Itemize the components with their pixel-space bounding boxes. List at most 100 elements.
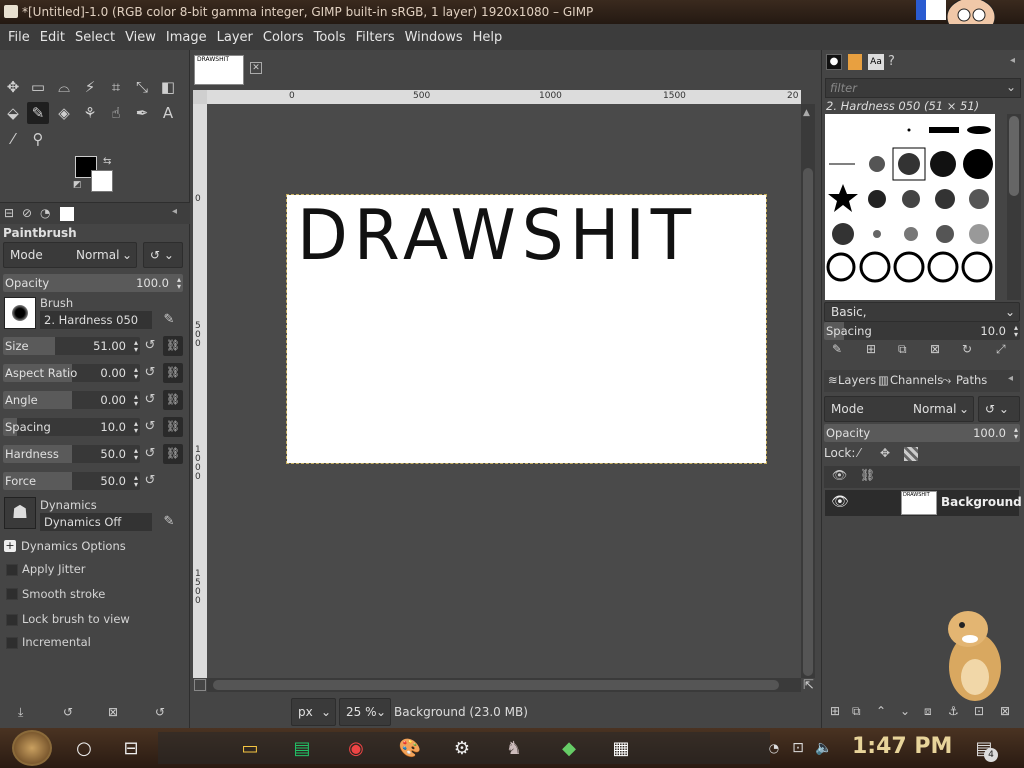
image-app-taskbar-icon[interactable]: ▦ — [607, 734, 635, 762]
horizontal-ruler[interactable]: 0 500 1000 1500 20 — [207, 90, 801, 104]
paint-mode-select[interactable]: Mode Normal ⌄ — [3, 242, 137, 268]
layer-row-background[interactable]: 👁 DRAWSHIT Background — [825, 490, 1022, 516]
smooth-stroke-checkbox[interactable] — [6, 588, 18, 600]
brush-item[interactable] — [869, 156, 885, 172]
link-to-brush-icon[interactable]: ⛓ — [163, 444, 183, 464]
lower-layer-icon[interactable]: ⌄ — [900, 704, 910, 718]
brush-item[interactable] — [929, 127, 959, 133]
slider-spacing[interactable]: Spacing 10.0 ▴ ▾ — [3, 418, 140, 436]
brush-item[interactable] — [898, 153, 920, 175]
slider-force[interactable]: Force 50.0 ▴ ▾ — [3, 472, 140, 490]
link-to-brush-icon[interactable]: ⛓ — [163, 336, 183, 356]
gimp-taskbar-icon[interactable]: ♞ — [500, 734, 528, 762]
start-button[interactable] — [12, 730, 52, 766]
link-to-brush-icon[interactable]: ⛓ — [163, 417, 183, 437]
brush-item[interactable] — [907, 128, 911, 132]
brush-item[interactable] — [969, 224, 989, 244]
help-tab-icon[interactable]: ? — [888, 54, 895, 69]
save-options-icon[interactable]: ⤓ — [18, 705, 23, 720]
link-to-brush-icon[interactable]: ⛓ — [163, 363, 183, 383]
brush-item[interactable] — [969, 189, 989, 209]
new-layer-group-icon[interactable]: ⧉ — [852, 704, 861, 719]
horizontal-scroll-thumb[interactable] — [213, 680, 779, 690]
spinner-icon[interactable]: ▴ ▾ — [134, 366, 138, 381]
plus-expander-icon[interactable]: + — [4, 540, 16, 552]
refresh-brushes-icon[interactable]: ↻ — [962, 342, 972, 356]
slider-aspect-ratio[interactable]: Aspect Ratio 0.00 ▴ ▾ — [3, 364, 140, 382]
brush-grid-scroll-thumb[interactable] — [1009, 116, 1019, 196]
transform-tool-icon[interactable]: ⤡ — [131, 76, 153, 98]
lock-pixels-icon[interactable]: ⁄ — [858, 446, 860, 460]
reset-slider-icon[interactable]: ↺ — [141, 472, 159, 490]
delete-brush-icon[interactable]: ⊠ — [930, 342, 940, 356]
delete-options-icon[interactable]: ⊠ — [108, 705, 118, 719]
duplicate-layer-icon[interactable]: ⧈ — [924, 704, 932, 719]
fuzzy-select-tool-icon[interactable]: ⚡ — [79, 76, 101, 98]
menu-tools[interactable]: Tools — [310, 30, 350, 45]
slider-size[interactable]: Size 51.00 ▴ ▾ — [3, 337, 140, 355]
duplicate-brush-icon[interactable]: ⧉ — [898, 342, 907, 357]
spinner-icon[interactable]: ▴ ▾ — [134, 420, 138, 435]
app-taskbar-icon[interactable]: ◆ — [555, 734, 583, 762]
delete-layer-icon[interactable]: ⊠ — [1000, 704, 1010, 718]
network-icon[interactable]: ⊡ — [784, 734, 812, 762]
menu-view[interactable]: View — [121, 30, 160, 45]
spinner-icon[interactable]: ▴ ▾ — [134, 393, 138, 408]
spinner-icon[interactable]: ▴ ▾ — [177, 276, 181, 291]
spinner-icon[interactable]: ▴ ▾ — [1014, 324, 1018, 339]
paintbrush-tool-icon[interactable]: ✎ — [27, 102, 49, 124]
vertical-ruler[interactable]: 0 500 1000 1500 — [193, 104, 207, 678]
menu-image[interactable]: Image — [162, 30, 211, 45]
volume-muted-icon[interactable]: 🔈 — [810, 734, 838, 762]
file-explorer-icon[interactable]: ▭ — [236, 734, 264, 762]
brush-item[interactable] — [904, 227, 918, 241]
quick-mask-icon[interactable] — [194, 679, 206, 691]
layer-name[interactable]: Background — [941, 495, 1022, 509]
text-tool-icon[interactable]: A — [157, 102, 179, 124]
task-view-icon[interactable]: ⊟ — [117, 734, 145, 762]
tool-options-tab-icon[interactable]: ⊟ — [4, 206, 14, 220]
panel-menu-icon[interactable]: ◂ — [172, 206, 177, 217]
brush-item[interactable] — [902, 190, 920, 208]
reset-slider-icon[interactable]: ↺ — [141, 337, 159, 355]
color-picker-tool-icon[interactable]: ⁄ — [2, 128, 24, 150]
slider-angle[interactable]: Angle 0.00 ▴ ▾ — [3, 391, 140, 409]
edit-dynamics-icon[interactable]: ✎ — [160, 513, 178, 531]
brush-item[interactable] — [936, 225, 954, 243]
spinner-icon[interactable]: ▴ ▾ — [1014, 426, 1018, 441]
brush-item[interactable] — [868, 190, 886, 208]
paint-app-icon[interactable]: 🎨 — [396, 734, 424, 762]
lasso-tool-icon[interactable]: ⌓ — [53, 76, 75, 98]
anchor-layer-icon[interactable]: ⚓ — [948, 704, 959, 718]
incremental-checkbox[interactable] — [6, 637, 18, 649]
brush-grid-scrollbar[interactable] — [1007, 114, 1021, 300]
brush-item[interactable] — [963, 149, 993, 179]
move-tool-icon[interactable]: ✥ — [2, 76, 24, 98]
scroll-up-icon[interactable]: ▲ — [803, 108, 810, 118]
zoom-tool-icon[interactable]: ⚲ — [27, 128, 49, 150]
restore-options-icon[interactable]: ↺ — [63, 705, 73, 719]
spinner-icon[interactable]: ▴ ▾ — [134, 339, 138, 354]
zoom-select[interactable]: 25 % ⌄ — [339, 698, 391, 726]
brush-grid[interactable] — [825, 114, 995, 300]
menu-colors[interactable]: Colors — [259, 30, 308, 45]
layer-reset-button[interactable]: ↺ ⌄ — [978, 396, 1020, 422]
tab-paths[interactable]: Paths — [956, 373, 987, 387]
opacity-slider[interactable]: Opacity 100.0 ▴ ▾ — [3, 274, 183, 292]
brush-name-field[interactable]: 2. Hardness 050 — [40, 311, 152, 329]
eraser-tool-icon[interactable]: ◈ — [53, 102, 75, 124]
menu-file[interactable]: File — [4, 30, 34, 45]
vertical-scroll-thumb[interactable] — [803, 168, 813, 676]
edit-brush-icon[interactable]: ✎ — [832, 342, 842, 356]
brush-item[interactable] — [832, 223, 854, 245]
channels-tab-icon[interactable]: ▥ — [878, 373, 889, 387]
brush-item[interactable] — [873, 230, 881, 238]
apply-jitter-checkbox[interactable] — [6, 564, 18, 576]
brush-as-image-icon[interactable]: ⤢ — [996, 342, 1006, 357]
unit-select[interactable]: px ⌄ — [291, 698, 336, 726]
menu-filters[interactable]: Filters — [352, 30, 399, 45]
menu-windows[interactable]: Windows — [401, 30, 467, 45]
layers-menu-icon[interactable]: ◂ — [1008, 373, 1013, 384]
smudge-tool-icon[interactable]: ☝ — [105, 102, 127, 124]
search-icon[interactable]: ○ — [70, 734, 98, 762]
